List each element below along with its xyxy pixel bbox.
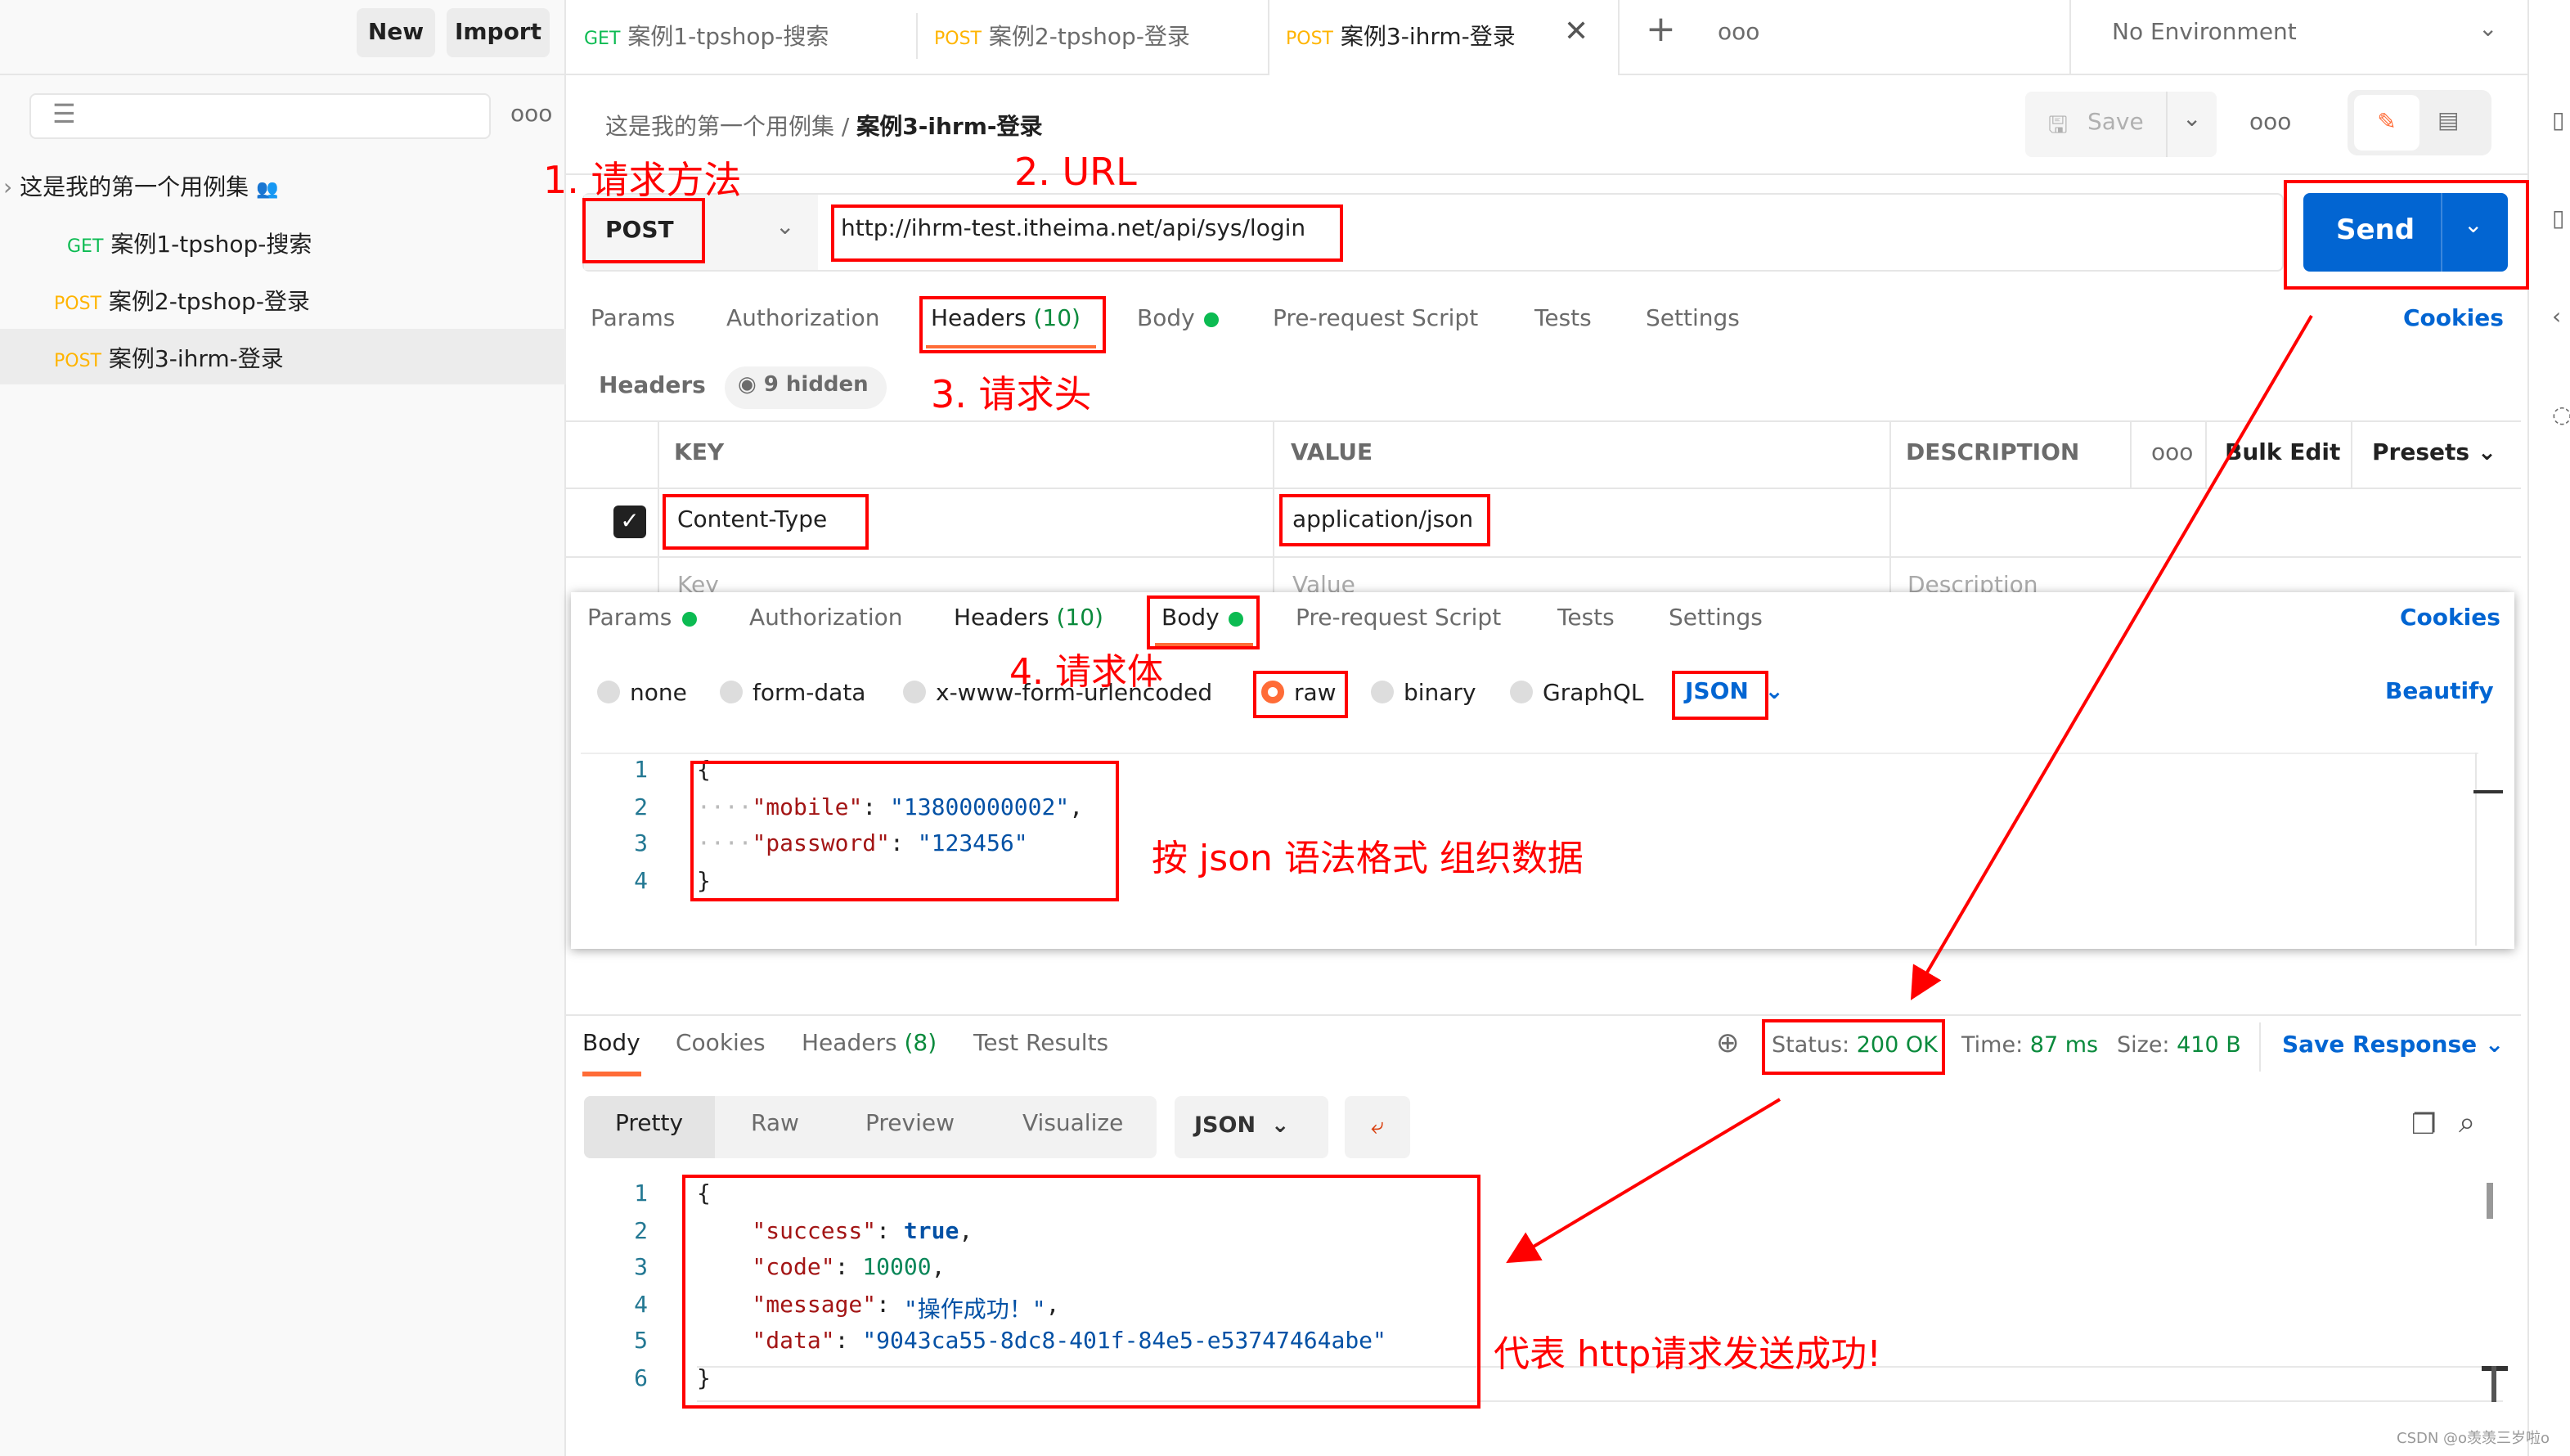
arrow-send-to-status (1910, 314, 2313, 1000)
arrow-status-to-response (1506, 1098, 1781, 1264)
postman-window: New Import ☰ ooo › 这是我的第一个用例集 👥 GET 案例1-… (0, 0, 2570, 1456)
annotation-arrows (1506, 314, 2313, 1264)
